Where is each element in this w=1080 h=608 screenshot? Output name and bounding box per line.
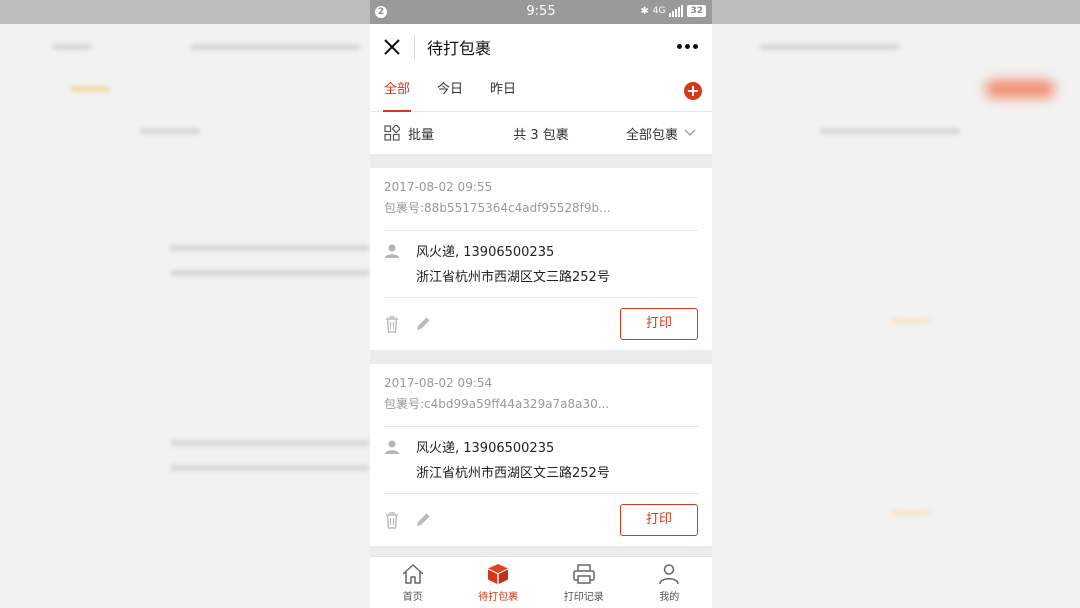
nav-profile[interactable]: 我的 bbox=[627, 557, 713, 608]
delete-button[interactable] bbox=[384, 315, 400, 333]
recipient-address: 浙江省杭州市西湖区文三路252号 bbox=[416, 466, 610, 481]
nav-label: 待打包裹 bbox=[478, 592, 519, 603]
print-button[interactable]: 打印 bbox=[620, 308, 698, 340]
nav-label: 打印记录 bbox=[563, 592, 604, 603]
battery-level: 32 bbox=[687, 5, 706, 17]
package-card: 2017-08-02 09:55 包裹号:88b55175364c4adf955… bbox=[370, 168, 712, 350]
close-icon bbox=[384, 39, 400, 55]
package-filter-dropdown[interactable]: 全部包裹 bbox=[626, 124, 696, 143]
batch-button[interactable]: 批量 bbox=[384, 124, 434, 143]
recipient-info: 风火递, 13906500235 bbox=[416, 441, 555, 456]
filter-tabs: 全部 今日 昨日 + bbox=[370, 70, 712, 112]
recipient-address: 浙江省杭州市西湖区文三路252号 bbox=[416, 270, 610, 285]
nav-home[interactable]: 首页 bbox=[370, 557, 456, 608]
bottom-nav: 首页 待打包裹 打印记录 我的 bbox=[370, 556, 712, 608]
package-date: 2017-08-02 09:54 bbox=[384, 376, 493, 390]
status-bar: 2 9:55 ✱ 4G 32 bbox=[370, 0, 712, 24]
chevron-down-icon bbox=[684, 129, 696, 136]
tab-all[interactable]: 全部 bbox=[382, 70, 412, 112]
edit-button[interactable] bbox=[414, 511, 432, 529]
nav-print-history[interactable]: 打印记录 bbox=[541, 557, 627, 608]
section-gap bbox=[370, 350, 712, 364]
bluetooth-icon: ✱ bbox=[640, 5, 649, 17]
pencil-icon bbox=[417, 513, 430, 526]
signal-icon bbox=[669, 5, 684, 17]
print-button[interactable]: 打印 bbox=[620, 504, 698, 536]
home-icon bbox=[402, 564, 424, 584]
more-options-button[interactable] bbox=[677, 44, 698, 49]
list-toolbar: 批量 共 3 包裹 全部包裹 bbox=[370, 112, 712, 154]
user-icon bbox=[659, 564, 679, 585]
nav-label: 首页 bbox=[402, 592, 423, 603]
package-card: 2017-08-02 09:54 包裹号:c4bd99a59ff44a329a7… bbox=[370, 364, 712, 546]
recipient-info: 风火递, 13906500235 bbox=[416, 245, 555, 260]
add-package-button[interactable]: + bbox=[684, 82, 702, 100]
section-gap bbox=[370, 154, 712, 168]
grid-icon bbox=[384, 125, 400, 141]
package-number: 包裹号:c4bd99a59ff44a329a7a8a30... bbox=[384, 397, 610, 411]
nav-label: 我的 bbox=[659, 592, 680, 603]
pencil-icon bbox=[417, 317, 430, 330]
person-icon bbox=[385, 244, 399, 258]
nav-pending-packages[interactable]: 待打包裹 bbox=[456, 557, 542, 608]
delete-button[interactable] bbox=[384, 511, 400, 529]
trash-icon bbox=[386, 512, 398, 529]
tab-today[interactable]: 今日 bbox=[437, 70, 463, 112]
title-divider bbox=[414, 35, 415, 59]
close-button[interactable] bbox=[370, 24, 414, 70]
network-type: 4G bbox=[652, 6, 666, 16]
page-title: 待打包裹 bbox=[427, 39, 492, 58]
trash-icon bbox=[386, 316, 398, 333]
edit-button[interactable] bbox=[414, 315, 432, 333]
batch-label: 批量 bbox=[408, 127, 435, 143]
package-number: 包裹号:88b55175364c4adf95528f9b... bbox=[384, 201, 611, 215]
plus-icon: + bbox=[686, 81, 700, 100]
more-dots-icon bbox=[677, 44, 682, 49]
printer-icon bbox=[573, 564, 595, 584]
filter-label: 全部包裹 bbox=[625, 127, 678, 143]
title-bar: 待打包裹 bbox=[370, 24, 712, 70]
package-icon bbox=[488, 564, 509, 584]
person-icon bbox=[385, 440, 399, 454]
package-date: 2017-08-02 09:55 bbox=[384, 180, 493, 194]
tab-yesterday[interactable]: 昨日 bbox=[490, 70, 516, 112]
phone-screen: 2 9:55 ✱ 4G 32 待打包裹 全部 今日 昨日 + 批量 共 3 包裹… bbox=[370, 0, 712, 608]
